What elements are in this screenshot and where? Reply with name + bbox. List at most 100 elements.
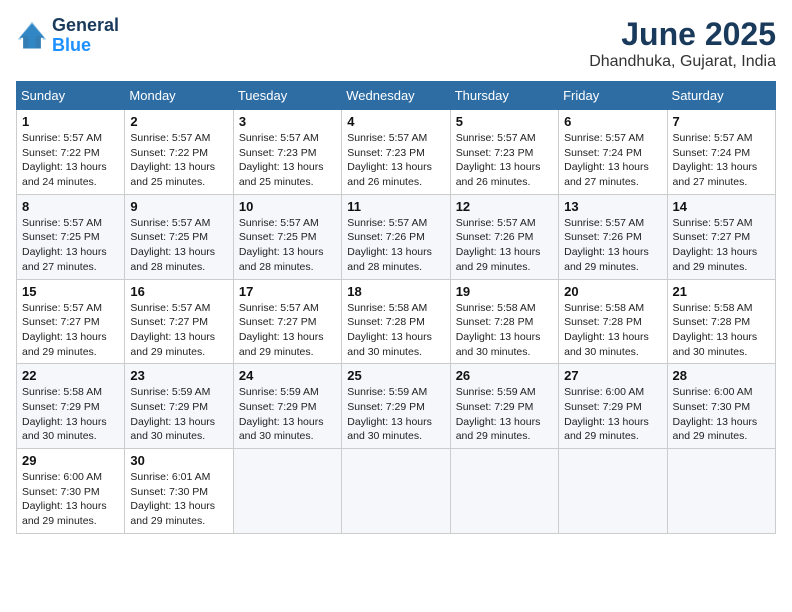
calendar-cell: 28 Sunrise: 6:00 AM Sunset: 7:30 PM Dayl… bbox=[667, 364, 775, 449]
calendar-cell: 17 Sunrise: 5:57 AM Sunset: 7:27 PM Dayl… bbox=[233, 279, 341, 364]
location: Dhandhuka, Gujarat, India bbox=[589, 53, 776, 71]
day-number: 30 bbox=[130, 453, 227, 468]
calendar-cell bbox=[342, 449, 450, 534]
calendar-cell: 12 Sunrise: 5:57 AM Sunset: 7:26 PM Dayl… bbox=[450, 194, 558, 279]
day-number: 5 bbox=[456, 114, 553, 129]
calendar-week-row: 22 Sunrise: 5:58 AM Sunset: 7:29 PM Dayl… bbox=[17, 364, 776, 449]
day-number: 2 bbox=[130, 114, 227, 129]
day-info: Sunrise: 6:00 AM Sunset: 7:30 PM Dayligh… bbox=[673, 385, 770, 444]
calendar-cell: 8 Sunrise: 5:57 AM Sunset: 7:25 PM Dayli… bbox=[17, 194, 125, 279]
calendar-cell: 11 Sunrise: 5:57 AM Sunset: 7:26 PM Dayl… bbox=[342, 194, 450, 279]
calendar-cell: 22 Sunrise: 5:58 AM Sunset: 7:29 PM Dayl… bbox=[17, 364, 125, 449]
day-info: Sunrise: 6:00 AM Sunset: 7:29 PM Dayligh… bbox=[564, 385, 661, 444]
col-wednesday: Wednesday bbox=[342, 82, 450, 110]
day-number: 15 bbox=[22, 284, 119, 299]
day-info: Sunrise: 5:58 AM Sunset: 7:28 PM Dayligh… bbox=[347, 301, 444, 360]
calendar-week-row: 1 Sunrise: 5:57 AM Sunset: 7:22 PM Dayli… bbox=[17, 110, 776, 195]
day-number: 21 bbox=[673, 284, 770, 299]
calendar-week-row: 15 Sunrise: 5:57 AM Sunset: 7:27 PM Dayl… bbox=[17, 279, 776, 364]
logo-line2: Blue bbox=[52, 36, 119, 56]
day-info: Sunrise: 5:57 AM Sunset: 7:23 PM Dayligh… bbox=[456, 131, 553, 190]
calendar-cell bbox=[233, 449, 341, 534]
day-number: 16 bbox=[130, 284, 227, 299]
calendar-table: Sunday Monday Tuesday Wednesday Thursday… bbox=[16, 81, 776, 534]
day-number: 1 bbox=[22, 114, 119, 129]
day-info: Sunrise: 5:57 AM Sunset: 7:23 PM Dayligh… bbox=[239, 131, 336, 190]
day-number: 14 bbox=[673, 199, 770, 214]
calendar-week-row: 29 Sunrise: 6:00 AM Sunset: 7:30 PM Dayl… bbox=[17, 449, 776, 534]
day-number: 27 bbox=[564, 368, 661, 383]
day-info: Sunrise: 5:57 AM Sunset: 7:27 PM Dayligh… bbox=[130, 301, 227, 360]
day-number: 7 bbox=[673, 114, 770, 129]
calendar-cell: 21 Sunrise: 5:58 AM Sunset: 7:28 PM Dayl… bbox=[667, 279, 775, 364]
day-info: Sunrise: 6:00 AM Sunset: 7:30 PM Dayligh… bbox=[22, 470, 119, 529]
calendar-cell: 25 Sunrise: 5:59 AM Sunset: 7:29 PM Dayl… bbox=[342, 364, 450, 449]
day-number: 25 bbox=[347, 368, 444, 383]
day-number: 28 bbox=[673, 368, 770, 383]
col-saturday: Saturday bbox=[667, 82, 775, 110]
day-info: Sunrise: 5:58 AM Sunset: 7:29 PM Dayligh… bbox=[22, 385, 119, 444]
calendar-cell: 14 Sunrise: 5:57 AM Sunset: 7:27 PM Dayl… bbox=[667, 194, 775, 279]
col-sunday: Sunday bbox=[17, 82, 125, 110]
calendar-header-row: Sunday Monday Tuesday Wednesday Thursday… bbox=[17, 82, 776, 110]
calendar-cell: 27 Sunrise: 6:00 AM Sunset: 7:29 PM Dayl… bbox=[559, 364, 667, 449]
logo-icon bbox=[16, 20, 48, 52]
calendar-week-row: 8 Sunrise: 5:57 AM Sunset: 7:25 PM Dayli… bbox=[17, 194, 776, 279]
day-info: Sunrise: 5:57 AM Sunset: 7:26 PM Dayligh… bbox=[347, 216, 444, 275]
calendar-cell: 13 Sunrise: 5:57 AM Sunset: 7:26 PM Dayl… bbox=[559, 194, 667, 279]
day-info: Sunrise: 5:57 AM Sunset: 7:25 PM Dayligh… bbox=[130, 216, 227, 275]
day-number: 18 bbox=[347, 284, 444, 299]
day-info: Sunrise: 5:59 AM Sunset: 7:29 PM Dayligh… bbox=[130, 385, 227, 444]
logo: General Blue bbox=[16, 16, 119, 56]
day-number: 13 bbox=[564, 199, 661, 214]
calendar-cell: 20 Sunrise: 5:58 AM Sunset: 7:28 PM Dayl… bbox=[559, 279, 667, 364]
calendar-cell: 9 Sunrise: 5:57 AM Sunset: 7:25 PM Dayli… bbox=[125, 194, 233, 279]
col-monday: Monday bbox=[125, 82, 233, 110]
day-info: Sunrise: 5:59 AM Sunset: 7:29 PM Dayligh… bbox=[347, 385, 444, 444]
day-info: Sunrise: 5:57 AM Sunset: 7:22 PM Dayligh… bbox=[22, 131, 119, 190]
calendar-cell bbox=[450, 449, 558, 534]
calendar-cell: 23 Sunrise: 5:59 AM Sunset: 7:29 PM Dayl… bbox=[125, 364, 233, 449]
day-info: Sunrise: 6:01 AM Sunset: 7:30 PM Dayligh… bbox=[130, 470, 227, 529]
col-friday: Friday bbox=[559, 82, 667, 110]
calendar-cell: 24 Sunrise: 5:59 AM Sunset: 7:29 PM Dayl… bbox=[233, 364, 341, 449]
calendar-cell: 6 Sunrise: 5:57 AM Sunset: 7:24 PM Dayli… bbox=[559, 110, 667, 195]
day-number: 10 bbox=[239, 199, 336, 214]
day-number: 17 bbox=[239, 284, 336, 299]
day-info: Sunrise: 5:57 AM Sunset: 7:24 PM Dayligh… bbox=[673, 131, 770, 190]
day-info: Sunrise: 5:58 AM Sunset: 7:28 PM Dayligh… bbox=[456, 301, 553, 360]
calendar-cell: 15 Sunrise: 5:57 AM Sunset: 7:27 PM Dayl… bbox=[17, 279, 125, 364]
calendar-cell: 10 Sunrise: 5:57 AM Sunset: 7:25 PM Dayl… bbox=[233, 194, 341, 279]
calendar-cell bbox=[667, 449, 775, 534]
day-info: Sunrise: 5:57 AM Sunset: 7:26 PM Dayligh… bbox=[564, 216, 661, 275]
day-number: 11 bbox=[347, 199, 444, 214]
day-number: 3 bbox=[239, 114, 336, 129]
col-tuesday: Tuesday bbox=[233, 82, 341, 110]
day-number: 26 bbox=[456, 368, 553, 383]
day-info: Sunrise: 5:57 AM Sunset: 7:27 PM Dayligh… bbox=[673, 216, 770, 275]
day-number: 19 bbox=[456, 284, 553, 299]
day-info: Sunrise: 5:57 AM Sunset: 7:22 PM Dayligh… bbox=[130, 131, 227, 190]
day-number: 22 bbox=[22, 368, 119, 383]
day-info: Sunrise: 5:59 AM Sunset: 7:29 PM Dayligh… bbox=[456, 385, 553, 444]
page-header: General Blue June 2025 Dhandhuka, Gujara… bbox=[16, 16, 776, 71]
day-number: 9 bbox=[130, 199, 227, 214]
title-block: June 2025 Dhandhuka, Gujarat, India bbox=[589, 16, 776, 71]
day-info: Sunrise: 5:57 AM Sunset: 7:27 PM Dayligh… bbox=[239, 301, 336, 360]
logo-text-block: General Blue bbox=[52, 16, 119, 56]
day-number: 6 bbox=[564, 114, 661, 129]
month-title: June 2025 bbox=[589, 16, 776, 53]
calendar-cell: 2 Sunrise: 5:57 AM Sunset: 7:22 PM Dayli… bbox=[125, 110, 233, 195]
calendar-cell: 19 Sunrise: 5:58 AM Sunset: 7:28 PM Dayl… bbox=[450, 279, 558, 364]
calendar-cell: 5 Sunrise: 5:57 AM Sunset: 7:23 PM Dayli… bbox=[450, 110, 558, 195]
day-number: 4 bbox=[347, 114, 444, 129]
day-info: Sunrise: 5:58 AM Sunset: 7:28 PM Dayligh… bbox=[673, 301, 770, 360]
day-info: Sunrise: 5:57 AM Sunset: 7:25 PM Dayligh… bbox=[22, 216, 119, 275]
day-info: Sunrise: 5:58 AM Sunset: 7:28 PM Dayligh… bbox=[564, 301, 661, 360]
day-number: 23 bbox=[130, 368, 227, 383]
day-info: Sunrise: 5:57 AM Sunset: 7:26 PM Dayligh… bbox=[456, 216, 553, 275]
calendar-cell: 26 Sunrise: 5:59 AM Sunset: 7:29 PM Dayl… bbox=[450, 364, 558, 449]
calendar-cell: 30 Sunrise: 6:01 AM Sunset: 7:30 PM Dayl… bbox=[125, 449, 233, 534]
day-number: 24 bbox=[239, 368, 336, 383]
day-info: Sunrise: 5:57 AM Sunset: 7:24 PM Dayligh… bbox=[564, 131, 661, 190]
